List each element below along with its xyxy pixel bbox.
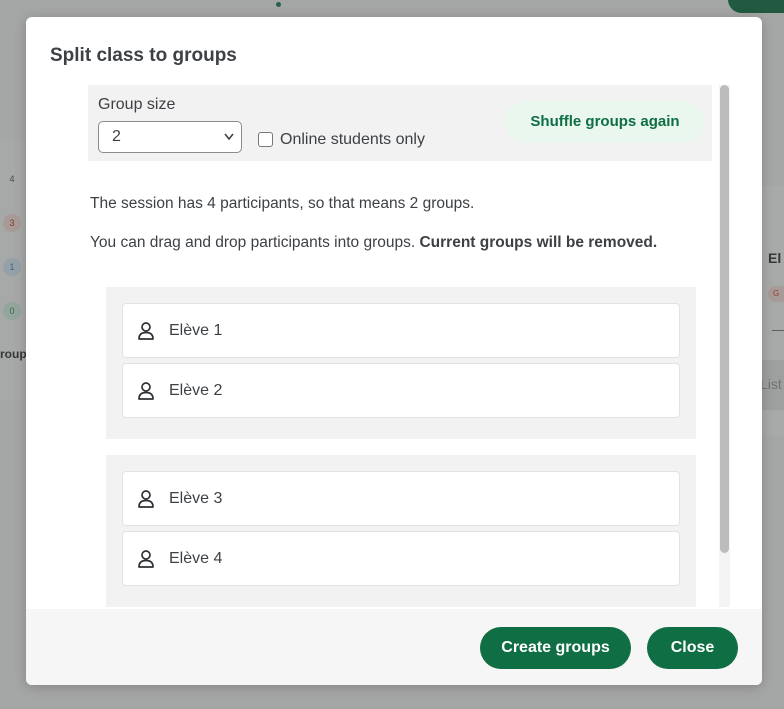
split-groups-modal: Split class to groups Group size 2 Onlin… [26, 17, 762, 685]
person-icon [138, 550, 154, 568]
modal-footer: Create groups Close [26, 609, 762, 685]
chevron-down-icon [223, 122, 235, 163]
group-size-value: 2 [112, 128, 121, 145]
participants-info: The session has 4 participants, so that … [90, 195, 475, 212]
scrollbar-track[interactable] [719, 85, 730, 607]
shuffle-groups-button[interactable]: Shuffle groups again [505, 101, 705, 143]
drag-drop-info: You can drag and drop participants into … [90, 234, 657, 252]
participant-card[interactable]: Elève 2 [122, 363, 680, 418]
person-icon [138, 490, 154, 508]
create-groups-button[interactable]: Create groups [480, 627, 631, 669]
drag-drop-text: You can drag and drop participants into … [90, 234, 420, 251]
online-students-label[interactable]: Online students only [280, 131, 425, 149]
person-icon [138, 322, 154, 340]
participant-card[interactable]: Elève 3 [122, 471, 680, 526]
participant-name: Elève 1 [169, 322, 223, 339]
participant-name: Elève 2 [169, 382, 223, 399]
settings-bar: Group size 2 Online students only Shuffl… [88, 85, 712, 161]
participant-card[interactable]: Elève 4 [122, 531, 680, 586]
modal-title: Split class to groups [50, 45, 237, 66]
close-button[interactable]: Close [647, 627, 738, 669]
group-size-select[interactable]: 2 [98, 121, 242, 153]
participant-name: Elève 4 [169, 550, 223, 567]
participant-name: Elève 3 [169, 490, 223, 507]
group-box: Elève 1 Elève 2 [106, 287, 696, 439]
group-box: Elève 3 Elève 4 [106, 455, 696, 607]
scrollbar-thumb[interactable] [720, 85, 729, 553]
modal-body: Group size 2 Online students only Shuffl… [26, 85, 762, 607]
participant-card[interactable]: Elève 1 [122, 303, 680, 358]
group-size-label: Group size [98, 96, 176, 113]
person-icon [138, 382, 154, 400]
groups-removed-warning: Current groups will be removed. [419, 234, 658, 251]
online-students-checkbox[interactable] [258, 132, 273, 147]
